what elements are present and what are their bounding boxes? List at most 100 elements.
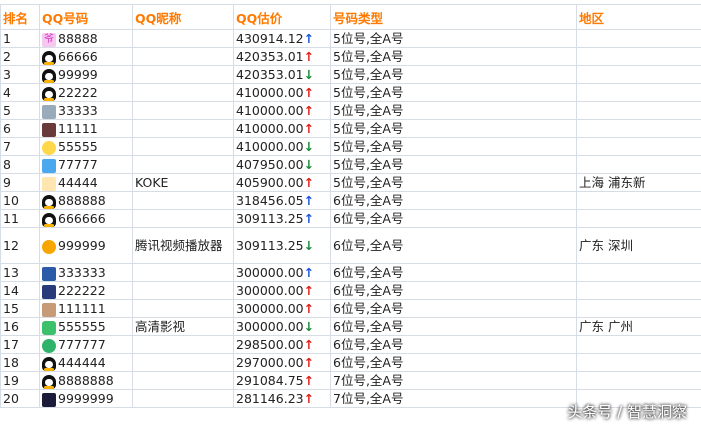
- table-row[interactable]: 18 444444 297000.00↑ 6位号,全A号: [0, 353, 701, 372]
- qq-number-link[interactable]: 55555: [58, 139, 98, 154]
- number-type-cell: 6位号,全A号: [330, 281, 577, 300]
- qq-number-cell[interactable]: 888888: [39, 191, 133, 210]
- trend-down-icon: ↓: [303, 238, 315, 253]
- table-row[interactable]: 12 999999 腾讯视频播放器 309113.25↓ 6位号,全A号 广东 深圳: [0, 227, 701, 264]
- table-row[interactable]: 14 222222 300000.00↑ 6位号,全A号: [0, 281, 701, 300]
- avatar-icon: [42, 338, 56, 353]
- qq-number-link[interactable]: 11111: [58, 121, 98, 136]
- table-row[interactable]: 10 888888 318456.05↑ 6位号,全A号: [0, 191, 701, 210]
- header-number-type[interactable]: 号码类型: [330, 4, 577, 30]
- nickname-cell: [132, 209, 234, 228]
- nickname-cell: [132, 83, 234, 102]
- number-type-cell: 5位号,全A号: [330, 137, 577, 156]
- qq-number-link[interactable]: 77777: [58, 157, 98, 172]
- header-region[interactable]: 地区: [576, 4, 701, 30]
- valuation-value: 300000.00: [236, 319, 304, 334]
- valuation-value: 300000.00: [236, 265, 304, 280]
- table-row[interactable]: 6 11111 410000.00↑ 5位号,全A号: [0, 119, 701, 138]
- qq-number-link[interactable]: 888888: [58, 193, 106, 208]
- qq-number-cell[interactable]: 222222: [39, 281, 133, 300]
- trend-up-icon: ↑: [303, 103, 315, 118]
- qq-number-cell[interactable]: 666666: [39, 209, 133, 228]
- qq-number-link[interactable]: 222222: [58, 283, 106, 298]
- trend-up-icon: ↑: [303, 301, 315, 316]
- rank-cell: 3: [0, 65, 40, 84]
- qq-number-cell[interactable]: 555555: [39, 317, 133, 336]
- qq-number-link[interactable]: 44444: [58, 175, 98, 190]
- nickname-cell: [132, 335, 234, 354]
- rank-cell: 6: [0, 119, 40, 138]
- qq-number-cell[interactable]: 8888888: [39, 371, 133, 390]
- header-nickname[interactable]: QQ昵称: [132, 4, 234, 30]
- nickname-cell: [132, 47, 234, 66]
- qq-number-cell[interactable]: 999999: [39, 227, 133, 264]
- qq-number-cell[interactable]: 爷 88888: [39, 29, 133, 48]
- qq-number-link[interactable]: 99999: [58, 67, 98, 82]
- nickname-cell: [132, 191, 234, 210]
- valuation-cell: 430914.12↑: [233, 29, 331, 48]
- qq-number-cell[interactable]: 44444: [39, 173, 133, 192]
- table-row[interactable]: 19 8888888 291084.75↑ 7位号,全A号: [0, 371, 701, 390]
- valuation-cell: 291084.75↑: [233, 371, 331, 390]
- qq-number-link[interactable]: 111111: [58, 301, 106, 316]
- qq-number-link[interactable]: 22222: [58, 85, 98, 100]
- qq-number-link[interactable]: 444444: [58, 355, 106, 370]
- header-rank[interactable]: 排名: [0, 4, 40, 30]
- qq-number-cell[interactable]: 111111: [39, 299, 133, 318]
- qq-number-cell[interactable]: 55555: [39, 137, 133, 156]
- qq-number-cell[interactable]: 444444: [39, 353, 133, 372]
- avatar-icon: [42, 392, 56, 407]
- number-type-cell: 5位号,全A号: [330, 119, 577, 138]
- rank-cell: 8: [0, 155, 40, 174]
- qq-number-link[interactable]: 777777: [58, 337, 106, 352]
- nickname-cell: 高清影视: [132, 317, 234, 336]
- table-row[interactable]: 5 33333 410000.00↑ 5位号,全A号: [0, 101, 701, 120]
- table-row[interactable]: 2 66666 420353.01↑ 5位号,全A号: [0, 47, 701, 66]
- number-type-cell: 5位号,全A号: [330, 173, 577, 192]
- rank-cell: 10: [0, 191, 40, 210]
- qq-number-link[interactable]: 88888: [58, 31, 98, 46]
- qq-number-link[interactable]: 33333: [58, 103, 98, 118]
- header-qq-number[interactable]: QQ号码: [39, 4, 133, 30]
- qq-number-cell[interactable]: 9999999: [39, 389, 133, 408]
- valuation-value: 410000.00: [236, 121, 304, 136]
- table-row[interactable]: 1 爷 88888 430914.12↑ 5位号,全A号: [0, 29, 701, 48]
- table-row[interactable]: 3 99999 420353.01↓ 5位号,全A号: [0, 65, 701, 84]
- table-row[interactable]: 7 55555 410000.00↓ 5位号,全A号: [0, 137, 701, 156]
- table-row[interactable]: 17 777777 298500.00↑ 6位号,全A号: [0, 335, 701, 354]
- table-row[interactable]: 4 22222 410000.00↑ 5位号,全A号: [0, 83, 701, 102]
- trend-up-icon: ↑: [303, 337, 315, 352]
- region-cell: [576, 155, 701, 174]
- qq-number-cell[interactable]: 33333: [39, 101, 133, 120]
- qq-number-cell[interactable]: 77777: [39, 155, 133, 174]
- qq-number-cell[interactable]: 22222: [39, 83, 133, 102]
- qq-number-link[interactable]: 9999999: [58, 391, 114, 406]
- nickname-cell: [132, 353, 234, 372]
- qq-number-link[interactable]: 666666: [58, 211, 106, 226]
- qq-number-link[interactable]: 8888888: [58, 373, 114, 388]
- valuation-cell: 405900.00↑: [233, 173, 331, 192]
- valuation-cell: 298500.00↑: [233, 335, 331, 354]
- table-row[interactable]: 13 333333 300000.00↑ 6位号,全A号: [0, 263, 701, 282]
- valuation-cell: 407950.00↓: [233, 155, 331, 174]
- table-row[interactable]: 15 111111 300000.00↑ 6位号,全A号: [0, 299, 701, 318]
- qq-number-link[interactable]: 999999: [58, 238, 106, 253]
- valuation-value: 410000.00: [236, 103, 304, 118]
- qq-number-cell[interactable]: 333333: [39, 263, 133, 282]
- qq-ranking-table: 排名 QQ号码 QQ昵称 QQ估价 号码类型 地区 1 爷 88888 430914.…: [0, 4, 701, 408]
- qq-number-link[interactable]: 555555: [58, 319, 106, 334]
- qq-number-cell[interactable]: 777777: [39, 335, 133, 354]
- qq-number-cell[interactable]: 11111: [39, 119, 133, 138]
- header-valuation[interactable]: QQ估价: [233, 4, 331, 30]
- table-row[interactable]: 11 666666 309113.25↑ 6位号,全A号: [0, 209, 701, 228]
- rank-cell: 20: [0, 389, 40, 408]
- qq-number-cell[interactable]: 99999: [39, 65, 133, 84]
- table-row[interactable]: 16 555555 高清影视 300000.00↓ 6位号,全A号 广东 广州: [0, 317, 701, 336]
- qq-number-cell[interactable]: 66666: [39, 47, 133, 66]
- number-type-cell: 6位号,全A号: [330, 263, 577, 282]
- table-row[interactable]: 8 77777 407950.00↓ 5位号,全A号: [0, 155, 701, 174]
- qq-number-link[interactable]: 333333: [58, 265, 106, 280]
- qq-number-link[interactable]: 66666: [58, 49, 98, 64]
- table-row[interactable]: 9 44444 KOKE 405900.00↑ 5位号,全A号 上海 浦东新: [0, 173, 701, 192]
- valuation-value: 309113.25: [236, 211, 304, 226]
